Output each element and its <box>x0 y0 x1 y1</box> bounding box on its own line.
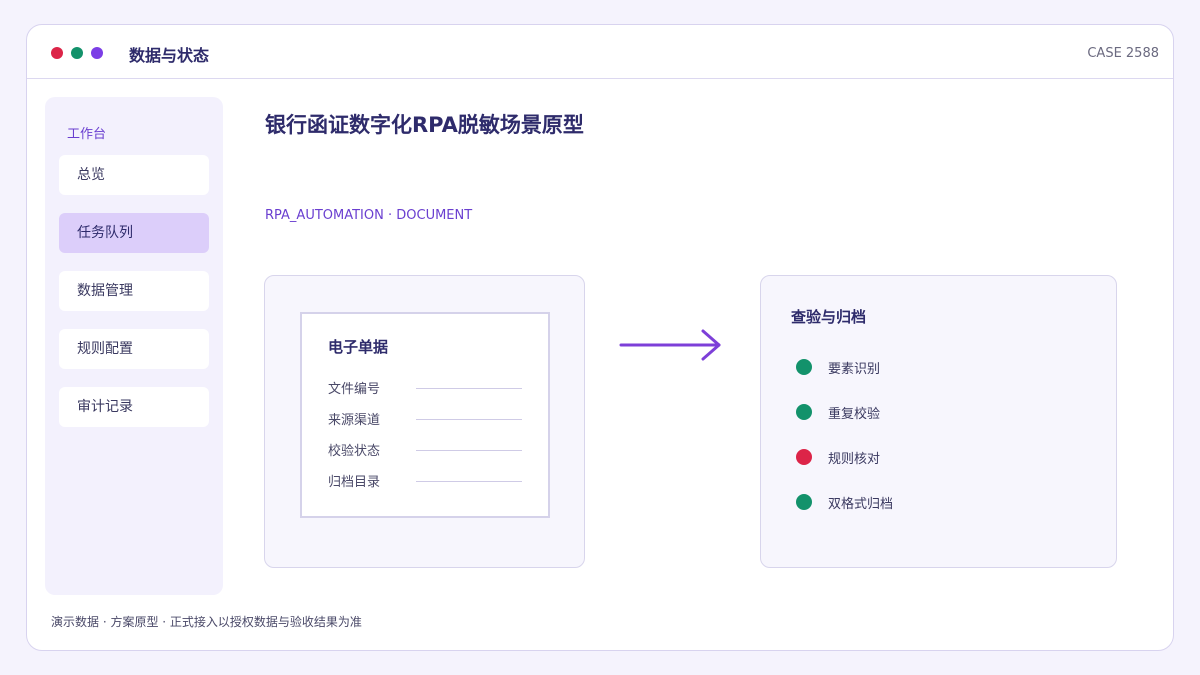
sidebar-item-overview[interactable]: 总览 <box>59 155 209 195</box>
sidebar-item-data-management[interactable]: 数据管理 <box>59 271 209 311</box>
document-field: 归档目录 <box>328 471 528 491</box>
document-field-line <box>416 419 522 420</box>
document-field-line <box>416 450 522 451</box>
check-item: 双格式归档 <box>796 492 1056 512</box>
page-subtitle: RPA_AUTOMATION · DOCUMENT <box>265 208 473 223</box>
document-field: 文件编号 <box>328 378 528 398</box>
document-field: 来源渠道 <box>328 409 528 429</box>
status-ok-icon <box>796 359 812 375</box>
maximize-window-button[interactable] <box>71 47 83 59</box>
check-item-label: 双格式归档 <box>828 497 894 512</box>
status-ok-icon <box>796 494 812 510</box>
sidebar-item-label: 规则配置 <box>77 341 133 357</box>
minimize-window-button[interactable] <box>91 47 103 59</box>
sidebar-item-task-queue[interactable]: 任务队列 <box>59 213 209 253</box>
sidebar-item-label: 数据管理 <box>77 283 133 299</box>
case-label: CASE 2588 <box>1087 46 1159 61</box>
check-archive-card: 查验与归档 要素识别 重复校验 规则核对 双格式归档 <box>760 275 1117 568</box>
sidebar-item-audit-log[interactable]: 审计记录 <box>59 387 209 427</box>
document-field: 校验状态 <box>328 440 528 460</box>
sidebar-item-label: 总览 <box>77 167 105 183</box>
check-item: 规则核对 <box>796 447 1056 467</box>
document-field-label: 文件编号 <box>328 382 381 397</box>
status-error-icon <box>796 449 812 465</box>
document-field-line <box>416 388 522 389</box>
close-window-button[interactable] <box>51 47 63 59</box>
sidebar: 工作台 总览 任务队列 数据管理 规则配置 审计记录 <box>45 97 223 595</box>
sidebar-item-rule-config[interactable]: 规则配置 <box>59 329 209 369</box>
electronic-document: 电子单据 文件编号 来源渠道 校验状态 归档目录 <box>300 312 550 518</box>
check-card-title: 查验与归档 <box>791 308 867 326</box>
document-field-label: 归档目录 <box>328 475 381 490</box>
check-item-label: 重复校验 <box>828 407 881 422</box>
app-window: 数据与状态 CASE 2588 工作台 总览 任务队列 数据管理 规则配置 审计… <box>26 24 1174 651</box>
arrow-right-icon <box>619 329 721 361</box>
title-bar: 数据与状态 CASE 2588 <box>27 25 1173 79</box>
footer-note: 演示数据 · 方案原型 · 正式接入以授权数据与验收结果为准 <box>51 615 362 629</box>
sidebar-header: 工作台 <box>67 127 107 142</box>
sidebar-item-label: 任务队列 <box>77 225 133 241</box>
document-card: 电子单据 文件编号 来源渠道 校验状态 归档目录 <box>264 275 585 568</box>
check-item-label: 要素识别 <box>828 362 881 377</box>
check-item: 要素识别 <box>796 357 1056 377</box>
document-title: 电子单据 <box>328 338 389 356</box>
document-field-line <box>416 481 522 482</box>
document-field-label: 来源渠道 <box>328 413 381 428</box>
app-title: 数据与状态 <box>129 46 210 65</box>
check-item-label: 规则核对 <box>828 452 881 467</box>
page-title: 银行函证数字化RPA脱敏场景原型 <box>265 113 584 137</box>
check-item: 重复校验 <box>796 402 1056 422</box>
document-field-label: 校验状态 <box>328 444 381 459</box>
status-ok-icon <box>796 404 812 420</box>
sidebar-item-label: 审计记录 <box>77 399 133 415</box>
